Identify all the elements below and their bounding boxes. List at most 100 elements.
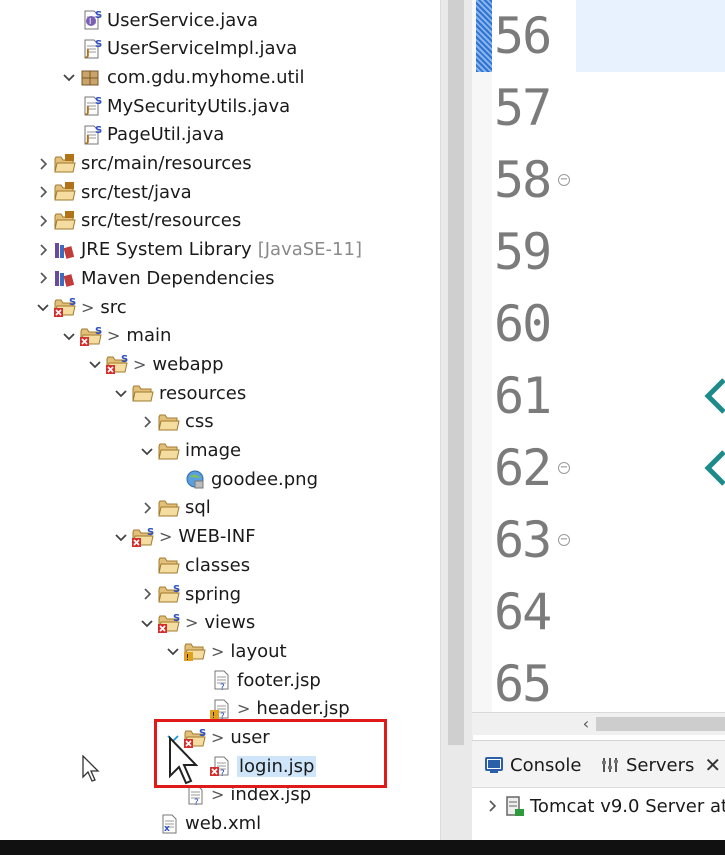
svg-text:J: J [85, 48, 90, 59]
tree-item[interactable]: ? footer.jsp [0, 666, 440, 694]
svg-text:S: S [95, 96, 102, 107]
chevron-down-icon[interactable] [33, 293, 53, 321]
tree-item[interactable]: I S UserService.java [0, 6, 440, 34]
tree-item[interactable]: src/main/resources [0, 150, 440, 178]
tree-item-label: index.jsp [230, 784, 312, 806]
tree-item[interactable]: goodee.png [0, 465, 440, 493]
chevron-right-icon[interactable] [33, 178, 53, 206]
tree-item-label: Maven Dependencies [81, 267, 275, 289]
tree-item-label: com.gdu.myhome.util [107, 66, 305, 88]
line-number: 63 [494, 511, 552, 569]
tab-servers[interactable]: Servers ✕ [600, 751, 721, 779]
tree-item-label: image [185, 440, 242, 461]
chevron-down-icon[interactable] [163, 637, 183, 665]
svg-text:?: ? [194, 798, 199, 806]
tree-item[interactable]: J S UserServiceImpl.java [0, 35, 440, 63]
java-class-spring-icon: JS [79, 95, 103, 117]
chevron-down-icon[interactable] [111, 379, 131, 407]
overview-ruler [472, 0, 492, 712]
tree-item[interactable]: ? > index.jsp [0, 781, 440, 809]
chevron-right-icon[interactable] [482, 792, 502, 820]
folder-error-icon: S [157, 612, 181, 634]
tree-item[interactable]: ! > layout [0, 637, 440, 665]
folder-icon [157, 554, 181, 576]
folder-icon [157, 440, 181, 462]
tree-item[interactable]: S > src [0, 293, 440, 321]
tree-item[interactable]: resources [0, 379, 440, 407]
tree-item-label: PageUtil.java [107, 124, 225, 146]
outgoing-change-marker: > [211, 785, 225, 805]
tree-item[interactable]: ?! > header.jsp [0, 695, 440, 723]
tree-item[interactable]: Sspring [0, 580, 440, 608]
chevron-right-icon[interactable] [33, 207, 53, 235]
chevron-right-icon[interactable] [33, 236, 53, 264]
svg-text:S: S [95, 125, 102, 136]
tree-vertical-scrollbar[interactable] [448, 0, 464, 745]
scrollbar-thumb[interactable] [596, 717, 725, 731]
svg-text:S: S [121, 354, 128, 365]
tree-item[interactable]: S > webapp [0, 350, 440, 378]
tree-item[interactable]: com.gdu.myhome.util [0, 63, 440, 91]
folder-warning-icon: ! [183, 640, 207, 662]
tree-item[interactable]: S > views [0, 609, 440, 637]
chevron-right-icon[interactable] [137, 408, 157, 436]
outgoing-change-marker: > [81, 297, 95, 317]
outgoing-change-marker: > [159, 527, 173, 547]
tree-item-label: footer.jsp [237, 669, 321, 691]
library-icon [53, 267, 77, 289]
chevron-down-icon[interactable] [137, 609, 157, 637]
tree-item-label: JRE System Library [81, 239, 252, 261]
tree-item[interactable]: sql [0, 494, 440, 522]
tree-item[interactable]: css [0, 408, 440, 436]
editor-horizontal-scrollbar[interactable]: ‹ [472, 712, 725, 735]
tree-item[interactable]: J S PageUtil.java [0, 121, 440, 149]
close-icon[interactable]: ✕ [704, 753, 721, 777]
tab-console[interactable]: Console [484, 751, 581, 779]
tree-item-decoration: [JavaSE-11] [257, 239, 362, 261]
chevron-down-icon[interactable] [59, 63, 79, 91]
chevron-down-icon[interactable] [137, 437, 157, 465]
tag-bracket-glyph [704, 376, 725, 416]
code-editor[interactable]: 56 57 58−59 60 61 62−63−64 65 [472, 0, 725, 712]
chevron-down-icon[interactable] [85, 350, 105, 378]
tree-item[interactable]: image [0, 437, 440, 465]
svg-text:?: ? [220, 712, 225, 720]
tag-bracket-glyph [704, 448, 725, 488]
tree-item[interactable]: src/test/resources [0, 207, 440, 235]
tree-item[interactable]: Maven Dependencies [0, 264, 440, 292]
chevron-right-icon[interactable] [33, 150, 53, 178]
outgoing-change-marker: > [211, 728, 225, 747]
chevron-right-icon[interactable] [137, 580, 157, 608]
tree-item[interactable]: classes [0, 551, 440, 579]
fold-collapse-icon[interactable]: − [558, 534, 570, 546]
folder-error-icon: S [53, 296, 77, 318]
taskbar-edge [0, 840, 725, 855]
tree-item[interactable]: ? login.jsp [0, 752, 440, 780]
tree-item[interactable]: src/test/java [0, 178, 440, 206]
server-row[interactable]: Tomcat v9.0 Server at [482, 791, 725, 821]
folder-icon [157, 497, 181, 519]
tree-item-label: css [185, 411, 214, 433]
chevron-down-icon[interactable] [163, 724, 183, 752]
chevron-right-icon[interactable] [137, 494, 157, 522]
tree-item[interactable]: S > main [0, 322, 440, 350]
tree-item[interactable]: J S MySecurityUtils.java [0, 92, 440, 120]
chevron-right-icon[interactable] [33, 264, 53, 292]
tree-item[interactable]: x web.xml [0, 810, 440, 838]
fold-collapse-icon[interactable]: − [558, 462, 570, 474]
tree-item[interactable]: S > WEB-INF [0, 523, 440, 551]
scroll-left-arrow[interactable]: ‹ [576, 713, 596, 735]
ruler-mark [476, 0, 492, 72]
chevron-down-icon[interactable] [59, 322, 79, 350]
console-icon [485, 757, 503, 773]
chevron-down-icon[interactable] [111, 523, 131, 551]
servers-view: Tomcat v9.0 Server at [472, 789, 725, 829]
tree-item[interactable]: S > user [0, 724, 440, 752]
fold-collapse-icon[interactable]: − [558, 174, 570, 186]
tree-item[interactable]: JRE System Library [JavaSE-11] [0, 236, 440, 264]
